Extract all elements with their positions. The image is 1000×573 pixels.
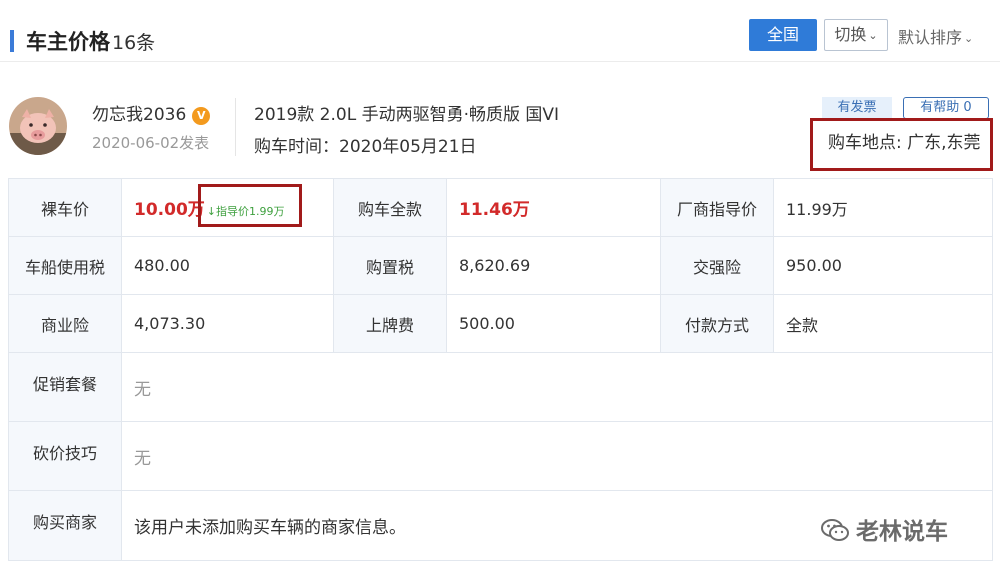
chevron-down-icon: ⌄ (868, 29, 878, 42)
payment-method-value: 全款 (773, 294, 993, 353)
chevron-down-icon: ⌄ (964, 32, 974, 45)
table-label: 商业险 (8, 294, 122, 353)
compulsory-insurance-value: 950.00 (773, 236, 993, 295)
section-title: 车主价格 16条 (26, 26, 155, 56)
table-row: 商业险 4,073.30 上牌费 500.00 付款方式 全款 (8, 294, 993, 353)
divider (235, 98, 236, 156)
username-text: 勿忘我2036 (92, 105, 187, 125)
location-highlight-box (810, 118, 993, 171)
table-row: 促销套餐 无 (8, 352, 993, 422)
table-label: 上牌费 (333, 294, 447, 353)
purchase-tax-value: 8,620.69 (446, 236, 661, 295)
watermark: 老林说车 (820, 512, 948, 549)
table-row: 车船使用税 480.00 购置税 8,620.69 交强险 950.00 (8, 236, 993, 295)
table-label: 车船使用税 (8, 236, 122, 295)
table-label: 厂商指导价 (660, 178, 774, 237)
bargain-text: 无 (134, 448, 151, 469)
table-row: 裸车价 10.00万 ↓指导价1.99万 购车全款 11.46万 厂商指导价 11… (8, 178, 993, 237)
full-price: 11.46万 (459, 200, 530, 220)
section-title-text: 车主价格 (26, 30, 110, 54)
table-label: 裸车价 (8, 178, 122, 237)
plate-fee-value: 500.00 (446, 294, 661, 353)
price-table: 裸车价 10.00万 ↓指导价1.99万 购车全款 11.46万 厂商指导价 11… (8, 178, 993, 561)
promo-value: 无 (121, 352, 993, 422)
table-label: 砍价技巧 (8, 421, 122, 491)
post-date: 2020-06-02发表 (92, 134, 210, 152)
table-label: 促销套餐 (8, 352, 122, 422)
section-header: 车主价格 16条 全国 切换 ⌄ 默认排序 ⌄ (0, 0, 1000, 62)
msrp-value: 11.99万 (773, 178, 993, 237)
vehicle-tax-value: 480.00 (121, 236, 334, 295)
invoice-tag: 有发票 (822, 97, 892, 119)
helpful-button[interactable]: 有帮助 0 (903, 97, 989, 119)
full-price-cell: 11.46万 (446, 178, 661, 237)
bare-price: 10.00万 (134, 200, 205, 220)
car-model[interactable]: 2019款 2.0L 手动两驱智勇·畅质版 国VI (254, 100, 559, 125)
wechat-icon (820, 517, 850, 549)
guide-price-highlight-box (198, 184, 302, 227)
switch-button[interactable]: 切换 ⌄ (824, 19, 888, 51)
table-label: 交强险 (660, 236, 774, 295)
sort-label: 默认排序 (898, 28, 963, 47)
region-button[interactable]: 全国 (749, 19, 817, 51)
sort-dropdown[interactable]: 默认排序 ⌄ (898, 24, 973, 48)
table-label: 付款方式 (660, 294, 774, 353)
avatar[interactable] (9, 97, 67, 155)
bargain-value: 无 (121, 421, 993, 491)
promo-text: 无 (134, 379, 151, 400)
commercial-insurance-value: 4,073.30 (121, 294, 334, 353)
table-label: 购买商家 (8, 490, 122, 561)
table-label: 购置税 (333, 236, 447, 295)
watermark-text: 老林说车 (856, 519, 948, 545)
table-label: 购车全款 (333, 178, 447, 237)
review-count: 16条 (112, 32, 156, 54)
table-row: 砍价技巧 无 (8, 421, 993, 491)
switch-label: 切换 (834, 25, 867, 44)
username[interactable]: 勿忘我2036 V (92, 100, 211, 125)
title-accent-bar (10, 30, 14, 52)
verified-badge-icon: V (192, 107, 211, 125)
purchase-time: 购车时间：2020年05月21日 (254, 137, 477, 157)
